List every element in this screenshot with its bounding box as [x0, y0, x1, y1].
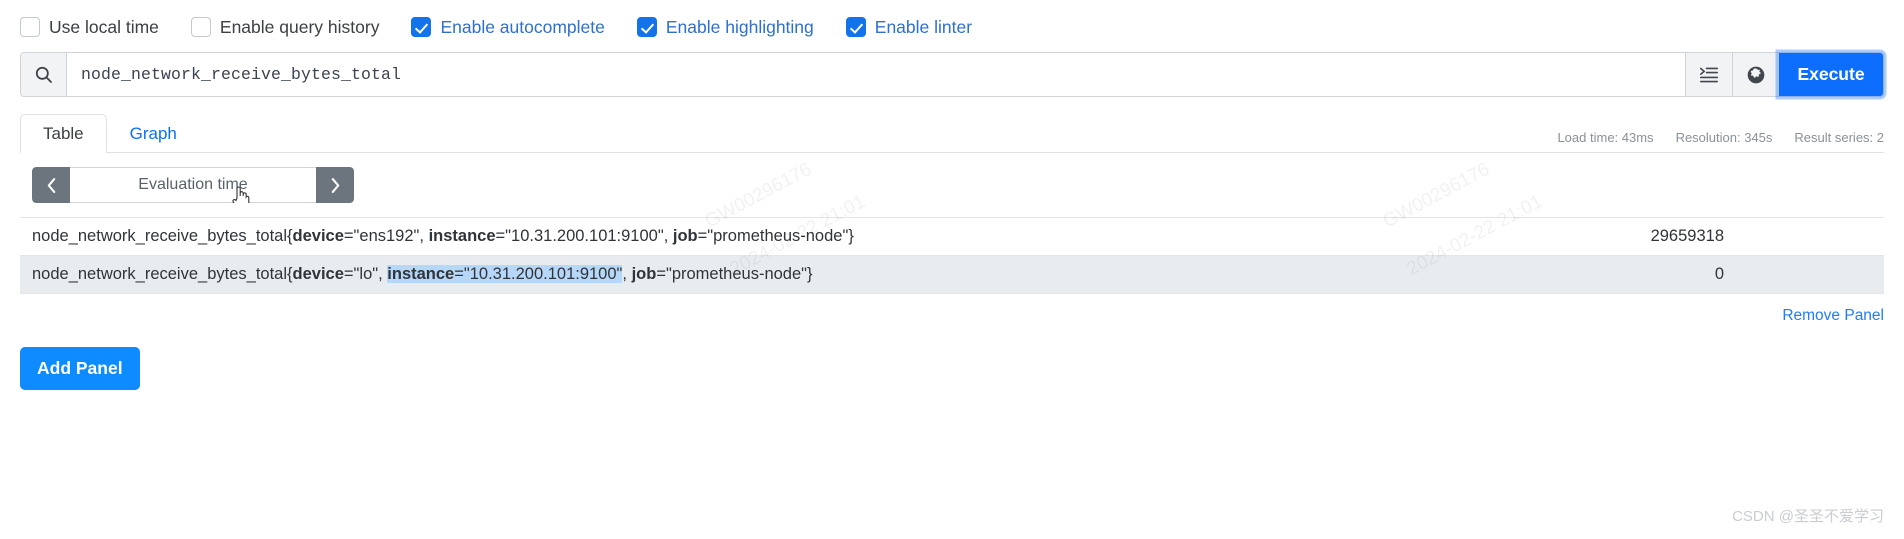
label-value: "prometheus-node" [707, 227, 849, 245]
stat-result-series: Result series: 2 [1794, 130, 1884, 145]
query-input[interactable]: node_network_receive_bytes_total [67, 53, 1685, 96]
label-value: "10.31.200.101:9100" [463, 265, 623, 283]
label-key: job [631, 265, 657, 283]
metric-name: node_network_receive_bytes_total [32, 227, 288, 245]
remove-panel-row: Remove Panel [14, 294, 1890, 325]
series-value-cell: 0 [1714, 265, 1724, 283]
label-value: "prometheus-node" [665, 265, 808, 283]
table-row[interactable]: node_network_receive_bytes_total{device=… [20, 217, 1884, 256]
option-label: Enable highlighting [665, 16, 814, 37]
tab-table[interactable]: Table [20, 113, 107, 153]
label-value: "10.31.200.101:9100" [505, 227, 664, 245]
add-panel-row: Add Panel [14, 325, 1890, 390]
execute-button[interactable]: Execute [1779, 53, 1883, 96]
query-stats: Load time: 43ms Resolution: 345s Result … [1557, 130, 1884, 152]
prometheus-expression-browser: GW00296176 2024-02-22 21:01 GW00296176 2… [0, 0, 1904, 539]
checkbox-enable-highlighting[interactable] [636, 17, 657, 37]
chevron-right-icon[interactable] [316, 167, 354, 203]
series-label-cell: node_network_receive_bytes_total{device=… [32, 227, 854, 245]
stat-resolution: Resolution: 345s [1675, 130, 1773, 145]
option-label: Use local time [49, 16, 159, 37]
option-label: Enable linter [874, 16, 973, 37]
execute-button-wrap: Execute [1779, 53, 1883, 96]
evaluation-time-nav: Evaluation time [32, 167, 354, 203]
label-key: instance [428, 227, 496, 245]
table-row[interactable]: node_network_receive_bytes_total{device=… [20, 255, 1884, 293]
option-enable-highlighting[interactable]: Enable highlighting [636, 16, 814, 38]
option-use-local-time[interactable]: Use local time [20, 17, 159, 38]
label-key: device [292, 227, 344, 245]
result-panel: Evaluation time node_network_receive_byt… [20, 153, 1884, 294]
stat-load-time: Load time: 43ms [1557, 130, 1654, 145]
series-value-cell: 29659318 [1650, 227, 1724, 245]
checkbox-enable-query-history[interactable] [190, 17, 211, 37]
evaluation-time-input[interactable]: Evaluation time [70, 167, 316, 203]
label-key: instance [387, 265, 455, 283]
remove-panel-link[interactable]: Remove Panel [1782, 307, 1884, 324]
checkbox-enable-linter[interactable] [845, 17, 866, 37]
add-panel-button[interactable]: Add Panel [20, 347, 140, 390]
result-tabs: Table Graph Load time: 43ms Resolution: … [20, 111, 1884, 153]
results-table: node_network_receive_bytes_total{device=… [20, 217, 1884, 293]
query-bar: node_network_receive_bytes_total Execute [20, 52, 1884, 97]
results-table-body: node_network_receive_bytes_total{device=… [20, 217, 1884, 293]
series-label-cell: node_network_receive_bytes_total{device=… [32, 265, 813, 283]
globe-icon[interactable] [1732, 53, 1779, 96]
option-enable-autocomplete[interactable]: Enable autocomplete [411, 16, 605, 38]
tab-graph[interactable]: Graph [107, 114, 200, 153]
option-label: Enable autocomplete [440, 16, 605, 37]
query-options-row: Use local time Enable query history Enab… [14, 0, 1890, 52]
search-icon [21, 53, 67, 96]
csdn-credit: CSDN @圣圣不爱学习 [1732, 508, 1884, 525]
option-enable-linter[interactable]: Enable linter [845, 16, 973, 38]
checkbox-use-local-time[interactable] [20, 17, 40, 37]
chevron-left-icon[interactable] [32, 167, 70, 203]
label-value: "lo" [353, 265, 379, 283]
label-key: device [292, 265, 344, 283]
option-label: Enable query history [219, 16, 380, 37]
option-enable-query-history[interactable]: Enable query history [190, 16, 380, 38]
checkbox-enable-autocomplete[interactable] [411, 17, 432, 37]
label-value: "ens192" [353, 227, 420, 245]
label-key: job [672, 227, 698, 245]
metric-name: node_network_receive_bytes_total [32, 265, 288, 283]
format-expression-icon[interactable] [1685, 53, 1732, 96]
